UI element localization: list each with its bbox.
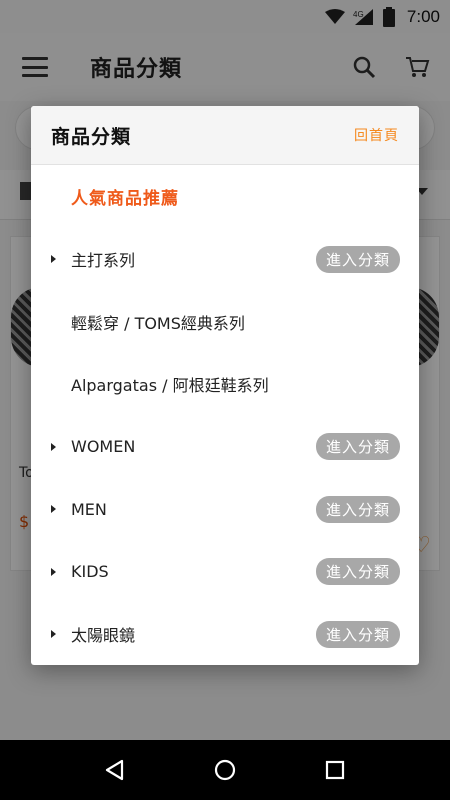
dialog-title: 商品分類 — [51, 125, 132, 148]
category-item[interactable]: 太陽眼鏡 進入分類 — [31, 603, 419, 665]
category-item[interactable]: 輕鬆穿 / TOMS經典系列 — [31, 291, 419, 354]
expand-arrow-icon[interactable] — [51, 255, 56, 264]
category-label: MEN — [71, 499, 107, 519]
category-label: WOMEN — [71, 437, 136, 457]
expand-arrow-icon[interactable] — [51, 505, 56, 514]
expand-arrow-icon[interactable] — [51, 630, 56, 639]
category-item[interactable]: 人氣商品推薦 — [31, 165, 419, 228]
recents-icon[interactable] — [323, 758, 347, 782]
enter-category-button[interactable]: 進入分類 — [315, 245, 400, 273]
enter-category-button[interactable]: 進入分類 — [315, 433, 400, 461]
enter-category-button[interactable]: 進入分類 — [315, 620, 400, 648]
home-icon[interactable] — [213, 758, 237, 782]
category-label: 太陽眼鏡 — [71, 626, 136, 646]
category-label: 輕鬆穿 / TOMS經典系列 — [71, 313, 245, 333]
category-item[interactable]: 主打系列 進入分類 — [31, 228, 419, 291]
category-label: 主打系列 — [71, 251, 136, 271]
dialog-header: 商品分類 回首頁 — [31, 106, 419, 165]
category-label: 人氣商品推薦 — [71, 189, 179, 209]
category-item[interactable]: KIDS 進入分類 — [31, 541, 419, 604]
category-item[interactable]: MEN 進入分類 — [31, 478, 419, 541]
category-item[interactable]: WOMEN 進入分類 — [31, 416, 419, 479]
navigation-bar — [0, 740, 450, 800]
expand-arrow-icon[interactable] — [51, 567, 56, 576]
enter-category-button[interactable]: 進入分類 — [315, 558, 400, 586]
home-link[interactable]: 回首頁 — [354, 125, 399, 145]
category-list: 人氣商品推薦 主打系列 進入分類 輕鬆穿 / TOMS經典系列 Alpargatas /… — [31, 165, 419, 665]
category-label: Alpargatas / 阿根廷鞋系列 — [71, 376, 269, 396]
enter-category-button[interactable]: 進入分類 — [315, 495, 400, 523]
category-label: KIDS — [71, 562, 109, 582]
expand-arrow-icon[interactable] — [51, 442, 56, 451]
back-icon[interactable] — [103, 758, 127, 782]
category-item[interactable]: Alpargatas / 阿根廷鞋系列 — [31, 353, 419, 416]
category-dialog: 商品分類 回首頁 人氣商品推薦 主打系列 進入分類 輕鬆穿 / TOMS經典系列 Alp… — [31, 106, 419, 665]
